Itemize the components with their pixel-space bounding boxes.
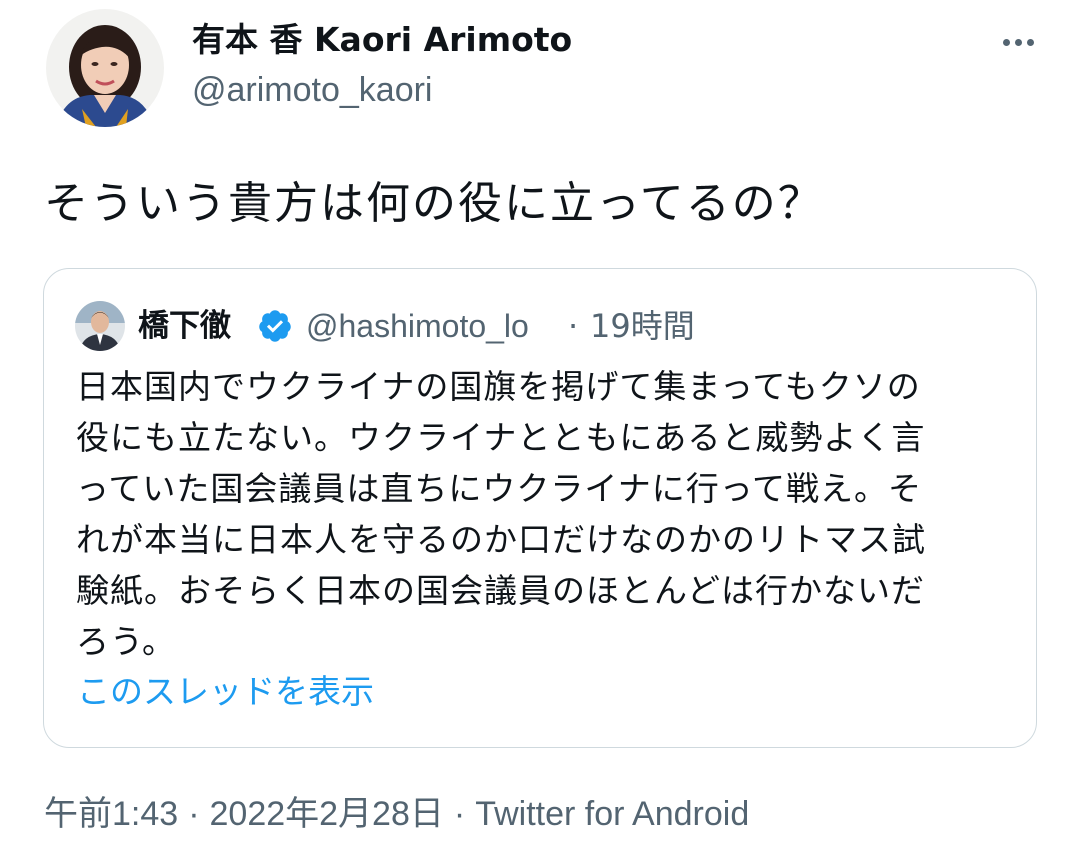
quoted-author-handle[interactable]: @hashimoto_lo [306,305,529,347]
avatar-photo [46,9,164,127]
tweet-text: そういう貴方は何の役に立ってるの？ [44,178,824,229]
meta-separator: · [453,795,466,833]
tweet-meta: 午前1:43 · 2022年2月28日 · Twitter for Android [44,792,749,836]
quoted-meta-separator: · [568,307,579,345]
quoted-text-line: 役にも立たない。ウクライナとともにあると威勢よく言 [76,418,926,457]
more-dot-icon [1026,38,1034,46]
tweet-date[interactable]: 2022年2月28日 [210,795,444,833]
quoted-tweet-card[interactable]: 橋下徹 @hashimoto_lo · 19時間 日本国内でウクライナの国旗を掲… [43,268,1037,748]
tweet: 有本 香 Kaori Arimoto @arimoto_kaori そういう貴方… [0,0,1080,853]
author-avatar[interactable] [46,9,164,127]
quoted-text-line: 験紙。おそらく日本の国会議員のほとんどは行かないだ [76,571,926,610]
quoted-tweet-text: 日本国内でウクライナの国旗を掲げて集まってもクソの 役にも立たない。ウクライナと… [76,361,1016,667]
quoted-text-line: 日本国内でウクライナの国旗を掲げて集まってもクソの [76,367,921,406]
quoted-text-line: っていた国会議員は直ちにウクライナに行って戦え。そ [76,469,923,508]
quoted-text-line: れが本当に日本人を守るのか口だけなのかのリトマス試 [76,520,926,559]
quoted-author-name[interactable]: 橋下徹 [138,305,231,347]
tweet-time[interactable]: 午前1:43 [44,795,178,833]
author-display-name[interactable]: 有本 香 Kaori Arimoto [192,18,572,62]
show-thread-link[interactable]: このスレッドを表示 [77,669,374,715]
more-dot-icon [1002,38,1010,46]
quoted-avatar-photo [75,301,125,351]
quoted-timestamp[interactable]: 19時間 [590,305,695,347]
quoted-author-avatar[interactable] [75,301,125,351]
tweet-source-link[interactable]: Twitter for Android [475,795,749,833]
meta-separator: · [188,795,200,833]
quoted-text-line: ろう。 [76,622,177,661]
more-options-button[interactable] [996,30,1040,54]
author-handle[interactable]: @arimoto_kaori [192,68,433,112]
verified-badge-icon [259,310,291,342]
more-dot-icon [1014,38,1022,46]
